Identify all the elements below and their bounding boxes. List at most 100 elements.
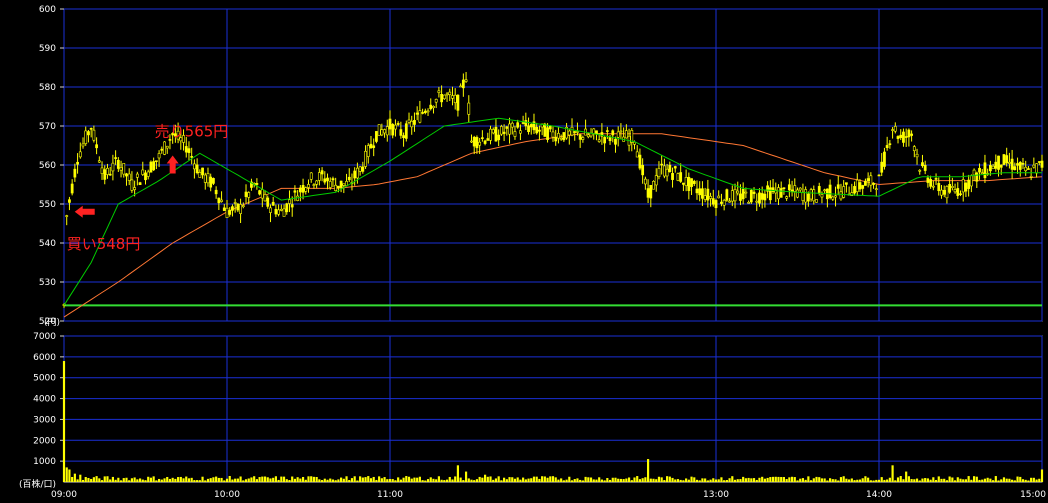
candle-body: [725, 189, 729, 201]
candle-body: [323, 178, 327, 183]
candle-body: [529, 124, 533, 128]
candle-body: [467, 102, 471, 115]
candle-body: [937, 183, 941, 192]
volume-bar: [356, 480, 359, 482]
volume-bar: [272, 477, 275, 482]
candle-body: [869, 175, 873, 186]
candle-body: [434, 99, 438, 103]
candle-body: [122, 163, 126, 175]
sell-annotation-label: 売り565円: [155, 123, 229, 141]
volume-bar: [424, 480, 427, 482]
volume-bar: [752, 478, 756, 482]
candle-body: [87, 131, 90, 136]
volume-bar: [646, 459, 650, 482]
volume-bar: [500, 480, 503, 482]
candle-body: [116, 159, 120, 169]
candle-body: [160, 148, 164, 151]
volume-bar: [141, 479, 144, 482]
volume-bar: [856, 479, 859, 482]
volume-bar: [350, 478, 354, 482]
candle-body: [451, 95, 454, 99]
candle-body: [597, 139, 601, 142]
volume-bar: [527, 478, 530, 482]
candle-body: [271, 201, 275, 206]
volume-bar: [429, 477, 432, 482]
candle-body: [1040, 160, 1044, 168]
candle-body: [736, 190, 740, 194]
volume-bar: [1038, 478, 1041, 482]
volume-bar: [570, 480, 574, 482]
volume-bar: [71, 476, 74, 482]
candle-body: [940, 189, 943, 196]
volume-bar: [329, 478, 332, 482]
volume-bar: [614, 477, 617, 482]
candle-body: [111, 162, 115, 172]
candle-body: [130, 179, 134, 191]
volume-bar: [826, 480, 829, 482]
candle-body: [413, 120, 416, 125]
volume-bar: [839, 477, 843, 482]
volume-bar: [340, 477, 343, 482]
volume-bar: [581, 480, 584, 482]
candle-body: [290, 204, 294, 208]
candle-body: [961, 179, 965, 193]
volume-bar: [109, 479, 112, 482]
volume-bar: [397, 477, 400, 482]
volume-bar: [541, 476, 544, 482]
candle-body: [432, 106, 435, 109]
volume-bar: [516, 477, 519, 482]
volume-bar: [714, 479, 718, 482]
candle-body: [899, 134, 903, 138]
candlestick: [404, 120, 408, 142]
candle-body: [144, 172, 147, 181]
volume-bar: [204, 480, 207, 482]
volume-bar: [76, 479, 79, 482]
candle-body: [163, 141, 166, 155]
candle-body: [127, 173, 131, 181]
candle-body: [812, 189, 816, 202]
volume-bar: [829, 478, 832, 482]
candle-body: [872, 183, 875, 185]
volume-bar: [934, 479, 938, 482]
volume-bar: [299, 478, 302, 482]
volume-bar: [560, 478, 563, 482]
candle-body: [456, 94, 460, 111]
volume-bar: [880, 477, 883, 482]
volume-bar: [348, 480, 351, 482]
volume-bar: [1005, 478, 1008, 482]
volume-bar: [168, 478, 172, 482]
candle-body: [203, 174, 207, 183]
candle-body: [926, 177, 930, 183]
volume-bar: [198, 480, 201, 482]
volume-bar: [932, 477, 935, 482]
candle-body: [749, 189, 753, 203]
volume-bar: [1024, 479, 1027, 482]
candle-body: [190, 156, 194, 158]
candle-body: [429, 104, 433, 110]
volume-bar: [418, 476, 421, 482]
volume-bar: [318, 479, 321, 482]
candle-body: [755, 200, 759, 203]
volume-bar: [804, 479, 807, 482]
candle-body: [141, 169, 145, 175]
candle-body: [855, 179, 859, 193]
volume-bar: [478, 476, 481, 482]
volume-bar: [788, 477, 791, 482]
volume-bar: [951, 477, 954, 482]
volume-bar: [693, 477, 696, 482]
candle-body: [741, 188, 745, 200]
candle-body: [263, 194, 267, 202]
candle-body: [586, 134, 590, 138]
volume-bar: [598, 477, 601, 482]
volume-bar: [992, 480, 995, 482]
candle-body: [717, 195, 721, 199]
volume-bar: [774, 476, 777, 482]
volume-bar: [793, 477, 796, 482]
volume-bar: [505, 479, 508, 482]
candle-body: [499, 126, 503, 135]
candle-body: [880, 161, 884, 173]
volume-bar: [492, 479, 495, 482]
volume-bar: [149, 477, 153, 482]
price-tick-label: 570: [39, 122, 56, 132]
volume-bar: [345, 476, 348, 482]
